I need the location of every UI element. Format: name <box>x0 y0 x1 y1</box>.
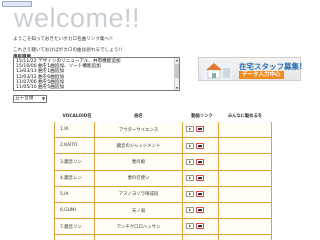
niconico-link-icon[interactable] <box>196 223 206 230</box>
sort-selected-value: 五十音順 <box>15 96 34 101</box>
sort-order-select[interactable]: 五十音順 ▼ <box>13 95 47 103</box>
niconico-link-icon[interactable] <box>196 142 206 149</box>
recommend-cell <box>218 153 272 171</box>
song-title: 悪の娘 <box>94 153 183 171</box>
video-links-cell <box>182 201 219 220</box>
table-row: 8.初音ミクアンハッピーリフレイン <box>54 234 272 240</box>
page-title: welcome!! <box>14 3 141 33</box>
song-title: 天ノ弱 <box>94 201 183 220</box>
intro-line-2: これさえ聴いておけばボカロの曲は語れるでしょう!! <box>13 48 123 53</box>
vocaloid-name: 6.GUMI <box>54 201 95 220</box>
song-title: 悪の召使い <box>94 169 183 187</box>
vocaloid-name: 8.初音ミク <box>54 234 95 240</box>
table-row: 7.鏡音リン アンチクロロハッサン <box>54 218 272 236</box>
video-link-icon[interactable] <box>186 158 196 165</box>
song-title: アウターサイエンス <box>94 120 183 139</box>
niconico-link-icon[interactable] <box>196 126 206 133</box>
video-links-cell <box>182 137 219 155</box>
video-link-icon[interactable] <box>186 207 196 214</box>
recommend-cell <box>218 201 272 220</box>
staff-recruit-banner[interactable]: 在宅スタッフ募集! データ入力中心 <box>198 57 302 81</box>
updates-scrollbar[interactable]: ▲ ▼ <box>174 58 179 90</box>
table-row: 4.鏡音レン 悪の召使い <box>54 169 272 187</box>
vocaloid-name: 3.鏡音リン <box>54 153 95 171</box>
vocaloid-name: 2.KAITO <box>54 137 95 155</box>
video-links-cell <box>182 169 219 187</box>
niconico-link-icon[interactable] <box>196 174 206 181</box>
song-title: アスノヨゾラ哨戒班 <box>94 185 183 203</box>
updates-listbox[interactable]: 15/11/22 デザインのリニューアル、共有機能追加 15/10/06 曲を1… <box>13 57 180 91</box>
house-illustration-icon <box>202 60 232 80</box>
table-row: 6.GUMI 天ノ弱 <box>54 201 272 220</box>
video-link-icon[interactable] <box>186 223 196 230</box>
scrollbar-thumb[interactable] <box>175 64 179 78</box>
songs-table: VOCALOID名 曲名 動画リンク みんなに勧めるを 1.IA アウターサイエン… <box>54 109 272 240</box>
recommend-cell <box>218 137 272 155</box>
song-title: アンチクロロハッサン <box>94 218 183 236</box>
banner-subline: データ入力中心 <box>239 71 284 79</box>
song-title: 鏡音のジャッジメント <box>94 137 183 155</box>
video-links-cell <box>182 153 219 171</box>
scroll-up-arrow-icon[interactable]: ▲ <box>175 58 179 62</box>
table-row: 5.IA アスノヨゾラ哨戒班 <box>54 185 272 203</box>
video-links-cell <box>182 185 219 203</box>
video-link-icon[interactable] <box>186 175 196 181</box>
niconico-link-icon[interactable] <box>196 158 206 165</box>
video-links-cell <box>182 120 219 139</box>
song-title: アンハッピーリフレイン <box>94 234 183 240</box>
table-row: 2.KAITO 鏡音のジャッジメント <box>54 137 272 155</box>
niconico-link-icon[interactable] <box>196 191 206 198</box>
chevron-down-icon: ▼ <box>41 96 45 101</box>
scroll-down-arrow-icon[interactable]: ▼ <box>175 86 179 90</box>
video-link-icon[interactable] <box>186 191 196 198</box>
vocaloid-name: 7.鏡音リン <box>54 218 95 236</box>
header-vocaloid: VOCALOID名 <box>54 109 95 122</box>
video-link-icon[interactable] <box>186 142 196 149</box>
recommend-cell <box>218 234 272 240</box>
vocaloid-name: 1.IA <box>54 120 95 139</box>
video-links-cell <box>182 218 219 236</box>
video-link-icon[interactable] <box>186 126 196 133</box>
intro-line-1: ようこそ知っておきたいボカロ名曲リンク集へ!! <box>13 37 113 42</box>
header-song-title: 曲名 <box>94 109 183 122</box>
video-links-cell <box>182 234 219 240</box>
update-item[interactable]: 11/05/10 曲を5曲追加 <box>16 85 179 90</box>
header-recommend: みんなに勧めるを <box>218 109 272 122</box>
table-header-row: VOCALOID名 曲名 動画リンク みんなに勧めるを <box>54 109 272 122</box>
recommend-cell <box>218 218 272 236</box>
updates-list: 15/11/22 デザインのリニューアル、共有機能追加 15/10/06 曲を1… <box>14 58 179 90</box>
recommend-cell <box>218 185 272 203</box>
vocaloid-name: 5.IA <box>54 185 95 203</box>
niconico-link-icon[interactable] <box>196 207 206 214</box>
table-row: 1.IA アウターサイエンス <box>54 120 272 139</box>
table-row: 3.鏡音リン 悪の娘 <box>54 153 272 171</box>
header-video-links: 動画リンク <box>182 109 219 122</box>
recommend-cell <box>218 120 272 139</box>
vocaloid-name: 4.鏡音レン <box>54 169 95 187</box>
recommend-cell <box>218 169 272 187</box>
